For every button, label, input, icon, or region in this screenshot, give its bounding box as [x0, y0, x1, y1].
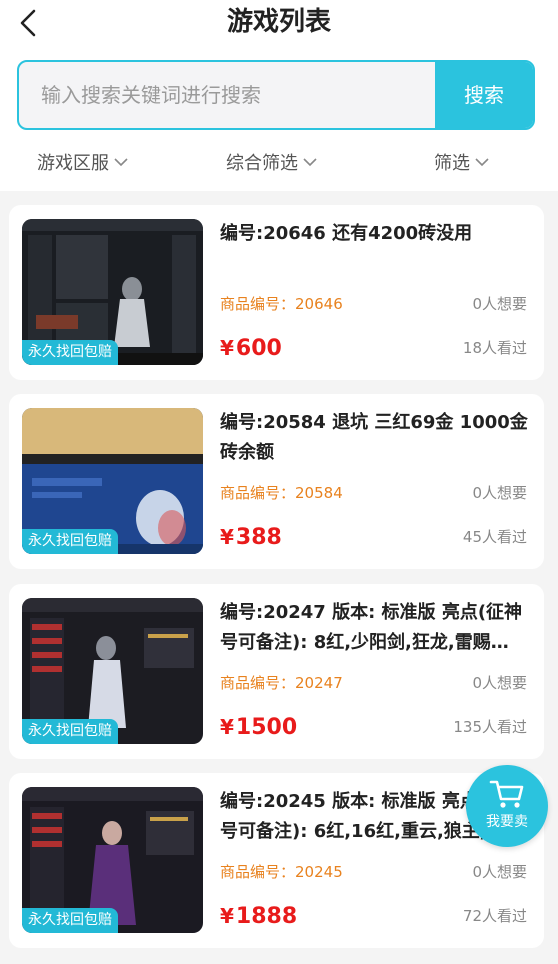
item-thumbnail: 永久找回包赔 — [22, 408, 203, 554]
sell-button[interactable]: 我要卖 — [466, 765, 548, 847]
item-view-count: 72人看过 — [462, 907, 527, 925]
item-want-count: 0人想要 — [472, 863, 527, 881]
filter-label: 筛选 — [434, 153, 470, 174]
search-bar: 搜索 — [17, 60, 535, 130]
item-thumbnail: 永久找回包赔 — [22, 219, 203, 365]
filter-overall[interactable]: 综合筛选 — [226, 148, 318, 176]
item-view-count: 135人看过 — [453, 718, 527, 736]
item-view-count: 18人看过 — [462, 339, 527, 357]
item-title: 编号:20584 退坑 三红69金 1000金砖余额 — [220, 412, 528, 463]
chevron-down-icon — [302, 157, 318, 167]
filter-screen[interactable]: 筛选 — [434, 148, 490, 176]
item-title: 编号:20247 版本: 标准版 亮点(征神号可备注): 8红,少阳剑,狂龙,雷… — [220, 602, 523, 653]
item-title: 编号:20646 还有4200砖没用 — [220, 223, 473, 244]
filter-label: 游戏区服 — [37, 153, 109, 174]
guarantee-badge: 永久找回包赔 — [22, 529, 118, 554]
page-title: 游戏列表 — [226, 7, 331, 37]
chevron-down-icon — [113, 157, 129, 167]
list-item[interactable]: 永久找回包赔 编号:20584 退坑 三红69金 1000金砖余额 商品编号：2… — [9, 394, 544, 569]
list-item[interactable]: 永久找回包赔 编号:20247 版本: 标准版 亮点(征神号可备注): 8红,少… — [9, 584, 544, 759]
item-code: 商品编号：20247 — [220, 674, 343, 692]
item-want-count: 0人想要 — [472, 484, 527, 502]
guarantee-badge: 永久找回包赔 — [22, 340, 118, 365]
cart-icon — [489, 779, 525, 809]
item-code: 商品编号：20646 — [220, 295, 343, 313]
item-price: ¥600 — [220, 336, 282, 361]
filter-label: 综合筛选 — [226, 153, 298, 174]
search-button[interactable]: 搜索 — [435, 62, 533, 128]
search-input[interactable] — [19, 62, 437, 128]
item-view-count: 45人看过 — [462, 528, 527, 546]
filter-game-server[interactable]: 游戏区服 — [37, 148, 129, 176]
item-code: 商品编号：20584 — [220, 484, 343, 502]
item-price: ¥388 — [220, 525, 282, 550]
guarantee-badge: 永久找回包赔 — [22, 908, 118, 933]
item-code: 商品编号：20245 — [220, 863, 343, 881]
sell-button-label: 我要卖 — [486, 814, 528, 830]
list-item[interactable]: 永久找回包赔 编号:20646 还有4200砖没用 商品编号：20646 0人想… — [9, 205, 544, 380]
chevron-down-icon — [474, 157, 490, 167]
item-price: ¥1888 — [220, 904, 298, 929]
item-price: ¥1500 — [220, 715, 298, 740]
guarantee-badge: 永久找回包赔 — [22, 719, 118, 744]
item-thumbnail: 永久找回包赔 — [22, 598, 203, 744]
item-thumbnail: 永久找回包赔 — [22, 787, 203, 933]
header-bar: 游戏列表 搜索 游戏区服 综合筛选 筛选 — [0, 0, 558, 191]
item-want-count: 0人想要 — [472, 674, 527, 692]
list-item[interactable]: 永久找回包赔 编号:20245 版本: 标准版 亮点(征神号可备注): 6红,1… — [9, 773, 544, 948]
item-want-count: 0人想要 — [472, 295, 527, 313]
